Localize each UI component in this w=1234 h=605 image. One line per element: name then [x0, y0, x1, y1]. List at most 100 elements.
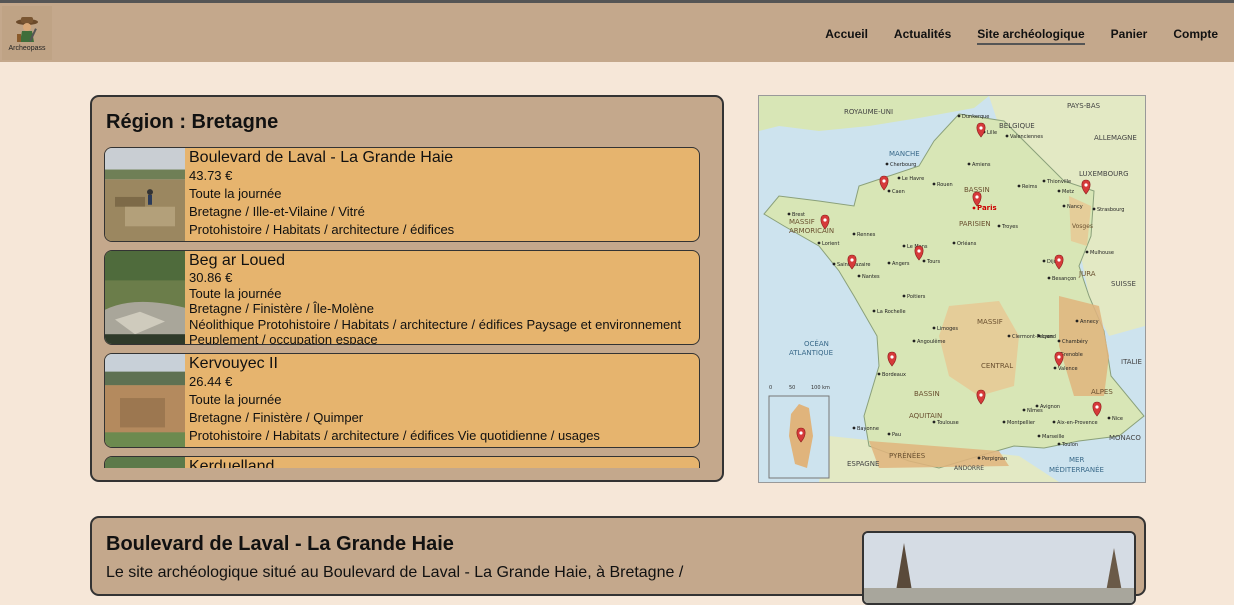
detail-photo — [862, 531, 1136, 605]
map-city: Avignon — [1035, 404, 1060, 410]
site-info: Boulevard de Laval - La Grande Haie 43.7… — [189, 148, 691, 241]
map-city-dot — [1057, 189, 1061, 193]
map-city-label: Rennes — [857, 232, 876, 238]
map-label-belgique: BELGIQUE — [999, 122, 1035, 130]
site-price: 30.86 € — [189, 270, 233, 285]
nav-panier[interactable]: Panier — [1111, 27, 1148, 45]
map-city: Poitiers — [902, 294, 926, 300]
map-city-label: Lille — [987, 130, 997, 136]
map-city-dot — [952, 241, 956, 245]
map-label-espagne: ESPAGNE — [847, 460, 879, 468]
map-city-dot — [852, 426, 856, 430]
map-scale-0: 0 — [769, 385, 772, 391]
map-city-dot — [872, 309, 876, 313]
nav-actualites[interactable]: Actualités — [894, 27, 951, 45]
map-city-label: Troyes — [1001, 224, 1018, 230]
map-city-label: La Rochelle — [877, 309, 906, 315]
map-city-dot — [787, 212, 791, 216]
nav-site-archeologique[interactable]: Site archéologique — [977, 27, 1085, 45]
france-map[interactable]: ROYAUME-UNI BELGIQUE ALLEMAGNE LUXEMBOUR… — [758, 95, 1146, 483]
map-city: Le Havre — [897, 176, 924, 182]
map-label-uk: ROYAUME-UNI — [844, 108, 893, 116]
map-city-dot — [887, 261, 891, 265]
map-city-label: Mulhouse — [1090, 250, 1114, 256]
map-city-dot — [885, 162, 889, 166]
detail-photo-image — [864, 533, 1134, 603]
map-city: Rennes — [852, 232, 876, 238]
map-city-dot — [932, 420, 936, 424]
nav-accueil[interactable]: Accueil — [825, 27, 868, 45]
map-city-dot — [902, 244, 906, 248]
map-city: Thionville — [1042, 179, 1071, 185]
detail-description: Le site archéologique situé au Boulevard… — [106, 564, 684, 581]
map-city-dot — [1042, 259, 1046, 263]
map-scale-100: 100 km — [811, 385, 830, 391]
map-pin-dot — [850, 258, 854, 262]
map-label-massif-central-2: CENTRAL — [981, 362, 1013, 370]
map-label-bassin-parisien-2: PARISIEN — [959, 220, 991, 228]
site-name: Kerduelland — [189, 458, 275, 468]
site-thumbnail — [105, 148, 185, 241]
map-city-dot — [967, 162, 971, 166]
map-city-label: Marseille — [1042, 434, 1064, 440]
site-card[interactable]: Kervouyec II 26.44 € Toute la journée Br… — [104, 353, 700, 448]
map-city-label: Nice — [1112, 416, 1123, 422]
map-city-dot — [1005, 134, 1009, 138]
map-city-label: Brest — [792, 212, 805, 218]
map-pin-dot — [799, 431, 803, 435]
map-pin-dot — [1057, 355, 1061, 359]
map-city: La Rochelle — [872, 309, 906, 315]
site-tags: Protohistoire / Habitats / architecture … — [189, 222, 455, 237]
site-tags: Protohistoire / Habitats / architecture … — [189, 428, 600, 443]
map-city-dot — [1007, 334, 1011, 338]
map-city-label: Aix-en-Provence — [1057, 420, 1098, 426]
map-scale-50: 50 — [789, 385, 795, 391]
site-name: Boulevard de Laval - La Grande Haie — [189, 149, 454, 166]
france-map-svg: ROYAUME-UNI BELGIQUE ALLEMAGNE LUXEMBOUR… — [759, 96, 1145, 482]
map-city: Cherbourg — [885, 162, 916, 168]
map-city-label: Orléans — [957, 240, 977, 247]
map-label-alpes: ALPES — [1091, 388, 1113, 396]
site-card[interactable]: Beg ar Loued 30.86 € Toute la journée Br… — [104, 250, 700, 345]
map-city-dot — [1062, 204, 1066, 208]
site-info: Kervouyec II 26.44 € Toute la journée Br… — [189, 354, 691, 447]
map-city: Angoulême — [912, 338, 945, 345]
map-label-atlantique: ATLANTIQUE — [789, 349, 833, 357]
map-city: Strasbourg — [1092, 207, 1124, 213]
site-card[interactable]: Kerduelland — [104, 456, 700, 468]
map-city-label: Toulouse — [936, 420, 959, 426]
map-city-label: Caen — [892, 189, 905, 195]
map-city-label: Bordeaux — [882, 372, 906, 378]
site-card[interactable]: Boulevard de Laval - La Grande Haie 43.7… — [104, 147, 700, 242]
map-city-dot — [912, 339, 916, 343]
map-city-dot — [932, 326, 936, 330]
map-city-label: Annecy — [1080, 319, 1099, 325]
map-pin-dot — [882, 179, 886, 183]
map-city-label: Nancy — [1067, 204, 1083, 210]
nav-links: Accueil Actualités Site archéologique Pa… — [825, 27, 1218, 45]
site-name: Beg ar Loued — [189, 252, 286, 269]
map-city: Amiens — [967, 162, 991, 168]
map-city-dot — [997, 224, 1001, 228]
map-city-dot — [1075, 319, 1079, 323]
map-city-label: Perpignan — [982, 456, 1007, 462]
map-pin-dot — [823, 218, 827, 222]
map-city: Dunkerque — [957, 114, 989, 120]
map-city-dot — [932, 182, 936, 186]
map-city-label: Nantes — [862, 274, 880, 280]
nav-compte[interactable]: Compte — [1173, 27, 1218, 45]
map-city-label: Paris — [977, 204, 997, 212]
map-city-dot — [877, 372, 881, 376]
map-pin-dot — [979, 126, 983, 130]
map-city: Bordeaux — [877, 372, 906, 378]
map-city: Mulhouse — [1085, 250, 1114, 256]
map-label-pyrenees: PYRÉNÉES — [889, 451, 926, 460]
map-city: Annecy — [1075, 319, 1099, 325]
brand-name: Archeopass — [8, 45, 46, 52]
map-city-label: Poitiers — [907, 294, 926, 300]
map-city: Valenciennes — [1005, 134, 1043, 140]
site-list[interactable]: Boulevard de Laval - La Grande Haie 43.7… — [104, 146, 702, 468]
map-city: Aix-en-Provence — [1052, 420, 1098, 426]
brand-logo[interactable]: Archeopass — [2, 6, 52, 60]
map-city-label: Le Havre — [902, 176, 924, 182]
